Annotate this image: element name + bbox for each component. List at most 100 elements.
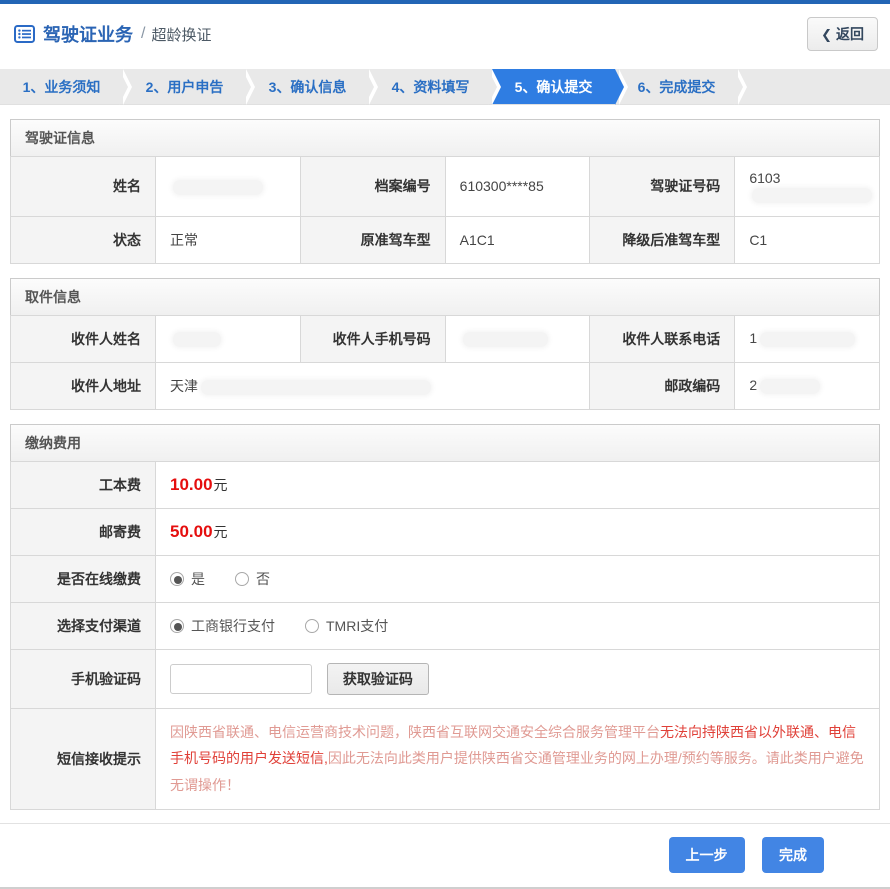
table-row: 手机验证码 获取验证码	[11, 649, 880, 708]
step-tab-4[interactable]: 4、资料填写	[369, 69, 492, 104]
step-tab-5[interactable]: 5、确认提交	[492, 69, 615, 104]
panel-title: 驾驶证信息	[10, 119, 880, 156]
radio-label: TMRI支付	[326, 616, 388, 636]
page-subtitle: 超龄换证	[151, 24, 211, 45]
captcha-input[interactable]	[170, 664, 312, 694]
fee-value: 10.00元	[156, 461, 880, 508]
top-bar: 驾驶证业务 / 超龄换证 ❮返回	[0, 4, 890, 63]
radio-label: 是	[191, 569, 205, 589]
captcha-label: 手机验证码	[11, 649, 156, 708]
step-tab-2[interactable]: 2、用户申告	[123, 69, 246, 104]
pay-channel-option-2[interactable]: TMRI支付	[305, 616, 388, 636]
table-row: 收件人地址天津邮政编码2	[11, 362, 880, 409]
field-label: 收件人地址	[11, 362, 156, 409]
text: 610300****85	[460, 178, 544, 194]
step-label: 4、资料填写	[392, 79, 470, 95]
text: 原准驾车型	[361, 232, 431, 248]
text: 驾驶证号码	[650, 178, 720, 194]
text: 状态	[113, 232, 141, 248]
step-label: 3、确认信息	[269, 79, 347, 95]
text: 正常	[170, 232, 198, 248]
redacted-blur	[201, 380, 431, 395]
radio-icon[interactable]	[305, 619, 319, 633]
table-row: 邮寄费 50.00元	[11, 508, 880, 555]
back-label: 返回	[836, 26, 864, 42]
step-tab-1[interactable]: 1、业务须知	[0, 69, 123, 104]
field-value	[156, 315, 301, 362]
sms-tip-part: 因陕西省联通、电信运营商技术问题，陕西省互联网交通安全综合服务管理平台	[170, 724, 660, 740]
online-pay-option-1[interactable]: 是	[170, 569, 205, 589]
radio-label: 工商银行支付	[191, 616, 275, 636]
fee-label: 工本费	[11, 461, 156, 508]
online-pay-label: 是否在线缴费	[11, 555, 156, 602]
redacted-blur	[752, 188, 872, 203]
payment-panel-title: 缴纳费用	[10, 424, 880, 461]
field-label: 姓名	[11, 157, 156, 217]
footer-actions: 上一步 完成	[0, 823, 890, 887]
field-label: 状态	[11, 216, 156, 263]
radio-icon[interactable]	[235, 572, 249, 586]
radio-label: 否	[256, 569, 270, 589]
page-title: 驾驶证业务	[43, 21, 133, 47]
info-table: 收件人姓名 收件人手机号码 收件人联系电话 1 收件人地址天津邮政编码2	[10, 315, 880, 410]
payment-table: 工本费 10.00元 邮寄费 50.00元 是否在线缴费 是否 选择支付渠道 工…	[10, 461, 880, 810]
table-row: 是否在线缴费 是否	[11, 555, 880, 602]
pay-channel-options: 工商银行支付 TMRI支付	[156, 602, 880, 649]
fee-amount: 10.00	[170, 475, 213, 494]
redacted-blur	[173, 332, 221, 347]
radio-icon[interactable]	[170, 572, 184, 586]
text: 降级后准驾车型	[622, 232, 720, 248]
sms-tip-text: 因陕西省联通、电信运营商技术问题，陕西省互联网交通安全综合服务管理平台无法向持陕…	[156, 708, 880, 809]
field-value	[445, 315, 590, 362]
text: 姓名	[113, 178, 141, 194]
text: 1	[749, 330, 757, 346]
text: 2	[749, 377, 757, 393]
field-label: 收件人手机号码	[300, 315, 445, 362]
field-label: 档案编号	[300, 157, 445, 217]
list-icon	[14, 25, 35, 43]
table-row: 状态正常原准驾车型A1C1降级后准驾车型C1	[11, 216, 880, 263]
pay-channel-option-1[interactable]: 工商银行支付	[170, 616, 275, 636]
step-label: 2、用户申告	[146, 79, 224, 95]
back-button[interactable]: ❮返回	[807, 17, 878, 51]
field-label: 原准驾车型	[300, 216, 445, 263]
field-value: 1	[735, 315, 880, 362]
previous-step-button[interactable]: 上一步	[669, 837, 745, 873]
online-pay-option-2[interactable]: 否	[235, 569, 270, 589]
step-tab-3[interactable]: 3、确认信息	[246, 69, 369, 104]
redacted-blur	[760, 332, 855, 347]
step-tab-6[interactable]: 6、完成提交	[615, 69, 738, 104]
text: 收件人地址	[71, 378, 141, 394]
field-label: 降级后准驾车型	[590, 216, 735, 263]
field-label: 收件人联系电话	[590, 315, 735, 362]
payment-panel: 缴纳费用 工本费 10.00元 邮寄费 50.00元 是否在线缴费 是否	[10, 424, 880, 810]
finish-button[interactable]: 完成	[762, 837, 824, 873]
info-table: 姓名档案编号610300****85驾驶证号码6103状态正常原准驾车型A1C1…	[10, 156, 880, 264]
table-row: 姓名 档案编号 610300****85 驾驶证号码 6103	[11, 157, 880, 217]
text: 6103	[749, 170, 780, 186]
field-value: 6103	[735, 157, 880, 217]
online-pay-options: 是否	[156, 555, 880, 602]
redacted-blur	[463, 332, 548, 347]
panel-title: 取件信息	[10, 278, 880, 315]
field-label: 驾驶证号码	[590, 157, 735, 217]
steps-filler	[738, 69, 890, 104]
text: 收件人手机号码	[333, 331, 431, 347]
radio-icon[interactable]	[170, 619, 184, 633]
field-value: C1	[735, 216, 880, 263]
table-row: 工本费 10.00元	[11, 461, 880, 508]
text: C1	[749, 232, 767, 248]
main-content: 驾驶证信息姓名 档案编号 610300****85 驾驶证号码 6103 状态 正常 原准驾车…	[0, 119, 890, 810]
field-value: 正常	[156, 216, 301, 263]
get-code-button[interactable]: 获取验证码	[327, 663, 429, 695]
field-value: 610300****85	[445, 157, 590, 217]
text: 档案编号	[375, 178, 431, 194]
info-panels: 驾驶证信息姓名 档案编号 610300****85 驾驶证号码 6103 状态 正常 原准驾车…	[0, 119, 890, 410]
table-row: 收件人姓名 收件人手机号码 收件人联系电话 1	[11, 315, 880, 362]
field-value: 2	[735, 362, 880, 409]
redacted-blur	[760, 379, 820, 394]
table-row: 短信接收提示 因陕西省联通、电信运营商技术问题，陕西省互联网交通安全综合服务管理…	[11, 708, 880, 809]
field-value: 天津	[156, 362, 590, 409]
text: 收件人联系电话	[622, 331, 720, 347]
field-label: 收件人姓名	[11, 315, 156, 362]
